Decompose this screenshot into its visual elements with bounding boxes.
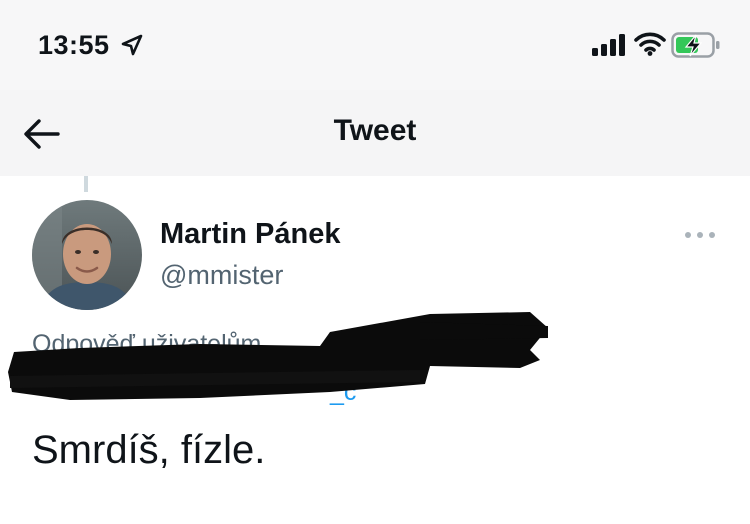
status-bar: 13:55 (0, 0, 750, 90)
avatar[interactable] (32, 200, 142, 310)
avatar-photo (32, 200, 142, 310)
cellular-signal-icon (592, 34, 625, 56)
page-title: Tweet (333, 114, 417, 147)
author-handle[interactable]: @mmister (160, 260, 283, 291)
author-display-name[interactable]: Martin Pánek (160, 218, 341, 251)
thread-connector-line (84, 176, 88, 192)
wifi-icon (634, 32, 666, 56)
top-navigation-bar: Tweet (0, 90, 750, 176)
redaction-scribble (8, 312, 548, 400)
tweet-text: Smrdíš, fízle. (32, 428, 266, 472)
status-time: 13:55 (38, 30, 110, 60)
location-arrow-icon (121, 34, 143, 56)
more-horizontal-icon[interactable] (683, 228, 717, 242)
battery-charging-icon (671, 32, 720, 58)
